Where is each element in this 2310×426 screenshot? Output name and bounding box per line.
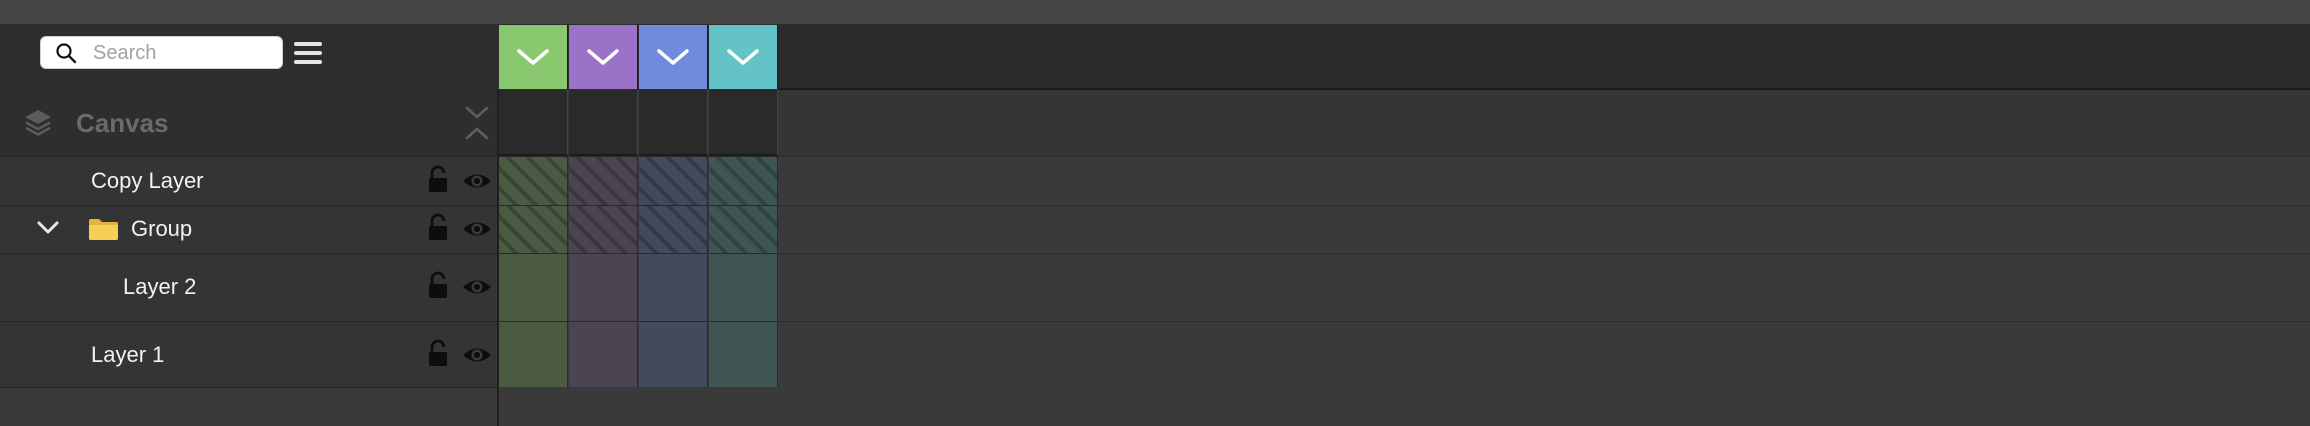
layer-row-copy-layer[interactable] <box>0 156 497 205</box>
layer-name[interactable]: Layer 2 <box>123 274 196 300</box>
chevron-down-icon <box>517 49 549 65</box>
layers-icon <box>25 110 51 136</box>
layer-row-layer-1[interactable] <box>0 321 497 387</box>
search-input[interactable] <box>93 38 273 68</box>
layer-cell[interactable] <box>639 253 708 321</box>
search-field[interactable] <box>40 36 283 69</box>
lock-icon[interactable] <box>426 165 450 195</box>
layer-cell[interactable] <box>709 205 778 253</box>
canvas-row[interactable] <box>0 90 497 156</box>
eye-icon[interactable] <box>461 276 493 298</box>
timeline-header <box>779 24 2310 90</box>
column-swatch-teal[interactable] <box>709 25 778 89</box>
menu-icon[interactable] <box>294 40 322 66</box>
eye-icon[interactable] <box>461 218 493 240</box>
folder-icon <box>89 219 118 240</box>
layer-cell[interactable] <box>569 156 638 205</box>
timeline-row <box>778 253 2310 321</box>
chevron-down-icon[interactable] <box>37 221 59 235</box>
layer-name[interactable]: Group <box>131 216 192 242</box>
layers-empty-area <box>0 387 497 426</box>
canvas-label: Canvas <box>76 108 169 138</box>
panel-divider[interactable] <box>497 90 499 426</box>
layer-cell[interactable] <box>709 156 778 205</box>
eye-icon[interactable] <box>461 170 493 192</box>
timeline-empty-area <box>499 387 2310 426</box>
layer-cell[interactable] <box>499 156 568 205</box>
chevron-down-icon <box>657 49 689 65</box>
search-icon <box>56 43 77 64</box>
layer-cell[interactable] <box>709 321 778 387</box>
layer-name[interactable]: Layer 1 <box>91 342 164 368</box>
layer-cell[interactable] <box>499 205 568 253</box>
layer-cell[interactable] <box>569 253 638 321</box>
layer-cell[interactable] <box>499 321 568 387</box>
column-swatch-blue[interactable] <box>639 25 708 89</box>
column-swatch-green[interactable] <box>499 25 568 89</box>
canvas-cell[interactable] <box>569 90 638 156</box>
eye-icon[interactable] <box>461 344 493 366</box>
canvas-cell[interactable] <box>499 90 568 156</box>
lock-icon[interactable] <box>426 339 450 369</box>
layer-cell[interactable] <box>709 253 778 321</box>
lock-icon[interactable] <box>426 271 450 301</box>
top-strip <box>0 0 2310 24</box>
canvas-cell[interactable] <box>639 90 708 156</box>
layer-row-group[interactable] <box>0 205 497 253</box>
layer-cell[interactable] <box>569 205 638 253</box>
chevron-down-icon <box>587 49 619 65</box>
timeline-row <box>778 321 2310 387</box>
chevron-down-icon <box>727 49 759 65</box>
layer-row-layer-2[interactable] <box>0 253 497 321</box>
timeline-row <box>778 156 2310 205</box>
layer-cell[interactable] <box>569 321 638 387</box>
collapse-icon[interactable] <box>464 104 490 142</box>
layer-cell[interactable] <box>639 321 708 387</box>
layer-cell[interactable] <box>499 253 568 321</box>
layer-cell[interactable] <box>639 156 708 205</box>
lock-icon[interactable] <box>426 213 450 243</box>
canvas-cell[interactable] <box>709 90 778 156</box>
layer-cell[interactable] <box>639 205 708 253</box>
layer-name[interactable]: Copy Layer <box>91 168 204 194</box>
column-swatch-purple[interactable] <box>569 25 638 89</box>
timeline-row <box>778 205 2310 253</box>
